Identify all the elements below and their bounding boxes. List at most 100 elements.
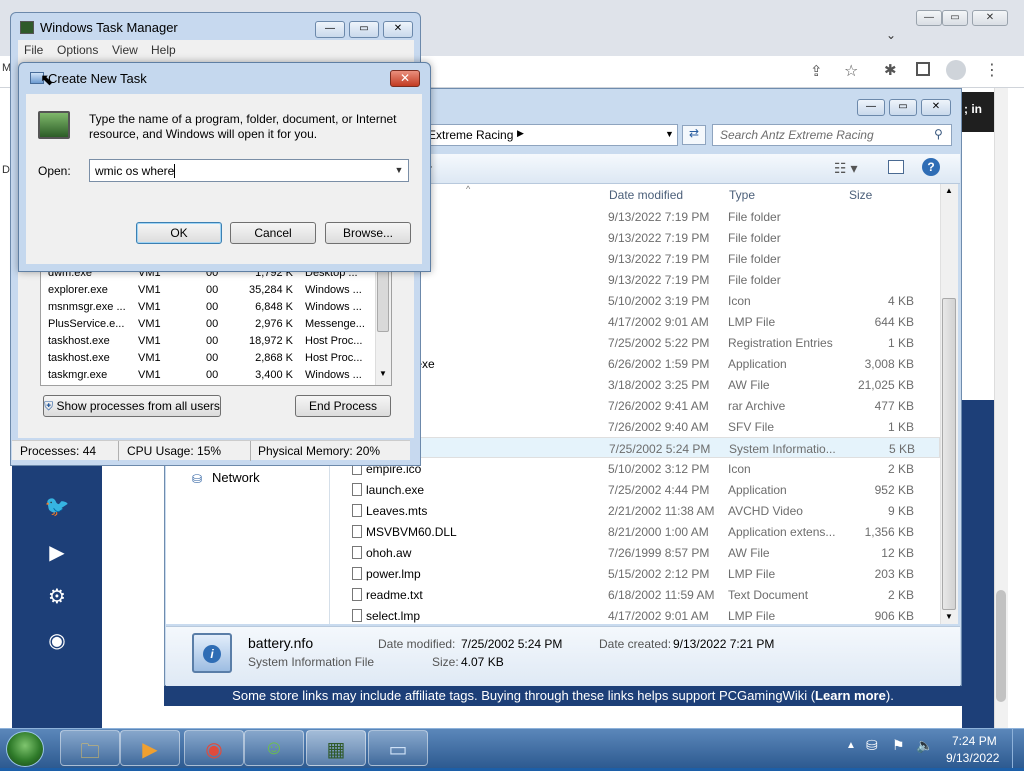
refresh-icon[interactable]: ⇄ (682, 125, 706, 145)
process-list-scroll-thumb[interactable] (377, 270, 389, 332)
file-row[interactable]: sfv7/26/2002 9:40 AMSFV File1 KB (330, 416, 940, 437)
file-date: 5/15/2002 2:12 PM (608, 567, 710, 581)
file-row[interactable]: 5/10/2002 3:19 PM Icon 4 KB (330, 290, 940, 311)
process-scroll-down-icon[interactable]: ▼ (379, 369, 387, 378)
clock-time[interactable]: 7:24 PM (952, 734, 997, 748)
browser-close-button[interactable]: ✕ (972, 10, 1008, 26)
file-name: Leaves.mts (366, 504, 428, 518)
preview-pane-icon[interactable] (888, 160, 904, 174)
network-tray-icon[interactable]: ⛁ (866, 737, 878, 754)
tm-close-button[interactable]: ✕ (383, 21, 413, 38)
search-icon[interactable]: ⚲ (934, 127, 943, 141)
scroll-up-icon[interactable]: ▲ (945, 186, 953, 195)
show-desktop-button[interactable] (1012, 728, 1024, 768)
twitter-icon[interactable]: 🐦 (42, 494, 72, 520)
bookmark-star-icon[interactable]: ☆ (844, 61, 858, 81)
process-row[interactable]: msnmsgr.exe ... VM1 00 6,848 K Windows ... (48, 299, 378, 316)
ok-button[interactable]: OK (136, 222, 222, 244)
nav-item-network[interactable]: Network (212, 470, 260, 485)
search-input[interactable]: Search Antz Extreme Racing (712, 124, 952, 146)
file-row[interactable]: 4/17/2002 9:01 AM LMP File 644 KB (330, 311, 940, 332)
explorer-maximize-button[interactable]: ▭ (889, 99, 917, 116)
file-type: LMP File (728, 567, 776, 581)
open-input[interactable]: wmic os where (89, 159, 409, 182)
process-row[interactable]: PlusService.e... VM1 00 2,976 K Messenge... (48, 316, 378, 333)
process-row[interactable]: taskhost.exe VM1 00 2,868 K Host Proc... (48, 350, 378, 367)
browse-button[interactable]: Browse... (325, 222, 411, 244)
file-date: 5/10/2002 3:12 PM (608, 462, 710, 476)
browser-menu-icon[interactable]: ⋮ (984, 60, 1000, 80)
explorer-close-button[interactable]: ✕ (921, 99, 951, 116)
file-date: 9/13/2022 7:19 PM (608, 210, 710, 224)
browser-minimize-button[interactable]: — (916, 10, 942, 26)
menu-help[interactable]: Help (151, 43, 176, 57)
file-row[interactable]: o7/25/2002 5:24 PMSystem Informatio...5 … (330, 437, 940, 458)
side-panel-icon[interactable] (916, 62, 930, 76)
clock-date[interactable]: 9/13/2022 (946, 751, 999, 765)
tm-maximize-button[interactable]: ▭ (349, 21, 379, 38)
discord-icon[interactable]: ◉ (42, 628, 72, 654)
learn-more-link[interactable]: Learn more (815, 688, 886, 703)
dialog-close-button[interactable]: ✕ (390, 70, 420, 87)
file-row[interactable]: MSVBVM60.DLL 8/21/2000 1:00 AM Application… (330, 521, 940, 542)
column-header-size[interactable]: Size (849, 188, 872, 206)
file-size: 906 KB (874, 609, 914, 623)
view-options-icon[interactable]: ☷ ▾ (834, 160, 857, 177)
share-icon[interactable]: ⇪ (810, 62, 823, 80)
column-header-date[interactable]: Date modified (609, 188, 683, 206)
file-date: 6/18/2002 11:59 AM (608, 588, 715, 602)
menu-options[interactable]: Options (57, 43, 98, 57)
youtube-icon[interactable]: ▶ (42, 540, 72, 566)
address-chevron-icon[interactable]: ▶ (517, 128, 524, 139)
column-header-type[interactable]: Type (729, 188, 755, 206)
cancel-button[interactable]: Cancel (230, 222, 316, 244)
file-row[interactable]: launch.exe 7/25/2002 4:44 PM Application 95… (330, 479, 940, 500)
page-right-snippet: ; in (962, 92, 994, 132)
steam-icon[interactable]: ⚙ (42, 584, 72, 610)
action-center-icon[interactable]: ⚑ (892, 737, 905, 754)
page-scroll-thumb[interactable] (996, 590, 1006, 702)
file-row[interactable]: reg7/25/2002 5:22 PMRegistration Entries… (330, 332, 940, 353)
open-dropdown-icon[interactable]: ▼ (392, 162, 406, 178)
process-name: taskhost.exe (48, 352, 110, 364)
browser-maximize-button[interactable]: ▭ (942, 10, 968, 26)
help-icon[interactable]: ? (922, 158, 940, 176)
profile-avatar[interactable] (946, 60, 966, 80)
end-process-button[interactable]: End Process (295, 395, 391, 417)
file-row[interactable]: empire.ico 5/10/2002 3:12 PM Icon 2 KB (330, 458, 940, 479)
menu-view[interactable]: View (112, 43, 138, 57)
file-row[interactable]: readme.txt 6/18/2002 11:59 AM Text Documen… (330, 584, 940, 605)
start-button[interactable] (6, 731, 44, 767)
file-row[interactable]: 9/13/2022 7:19 PM File folder (330, 269, 940, 290)
dialog-message: Type the name of a program, folder, docu… (89, 112, 397, 141)
explorer-minimize-button[interactable]: — (857, 99, 885, 116)
address-segment[interactable]: Extreme Racing (428, 128, 513, 142)
scroll-down-icon[interactable]: ▼ (945, 612, 953, 621)
file-list-scroll-thumb[interactable] (942, 298, 956, 610)
file-row[interactable]: select.lmp 4/17/2002 9:01 AM LMP File 906 K… (330, 605, 940, 626)
file-size: 644 KB (874, 315, 914, 329)
extensions-icon[interactable]: ✱ (884, 61, 897, 79)
file-row[interactable]: power.lmp 5/15/2002 2:12 PM LMP File 203 KB (330, 563, 940, 584)
mouse-cursor-icon: ⬉ (40, 72, 54, 89)
file-row[interactable]: rar7/26/2002 9:41 AMrar Archive477 KB (330, 395, 940, 416)
file-type: LMP File (728, 609, 776, 623)
file-date: 9/13/2022 7:19 PM (608, 231, 710, 245)
file-icon (352, 567, 362, 580)
show-all-processes-button[interactable]: ⛨ Show processes from all users (43, 395, 221, 417)
file-row[interactable]: Leaves.mts 2/21/2002 11:38 AM AVCHD Video 9… (330, 500, 940, 521)
show-hidden-icons-icon[interactable]: ▲ (846, 740, 856, 751)
process-row[interactable]: explorer.exe VM1 00 35,284 K Windows ... (48, 282, 378, 299)
file-type: File folder (728, 210, 781, 224)
tm-minimize-button[interactable]: — (315, 21, 345, 38)
file-row[interactable]: neracing.exe6/26/2002 1:59 PMApplication… (330, 353, 940, 374)
menu-file[interactable]: File (24, 43, 43, 57)
process-row[interactable]: taskmgr.exe VM1 00 3,400 K Windows ... (48, 367, 378, 384)
network-icon: ⛁ (192, 472, 203, 486)
volume-icon[interactable]: 🔈 (916, 737, 933, 754)
process-row[interactable]: taskhost.exe VM1 00 18,972 K Host Proc... (48, 333, 378, 350)
file-row[interactable]: nd.aw3/18/2002 3:25 PMAW File21,025 KB (330, 374, 940, 395)
file-row[interactable]: ohoh.aw 7/26/1999 8:57 PM AW File 12 KB (330, 542, 940, 563)
tab-list-chevron-icon[interactable]: ⌄ (886, 28, 896, 42)
address-dropdown-icon[interactable]: ▼ (665, 129, 674, 139)
